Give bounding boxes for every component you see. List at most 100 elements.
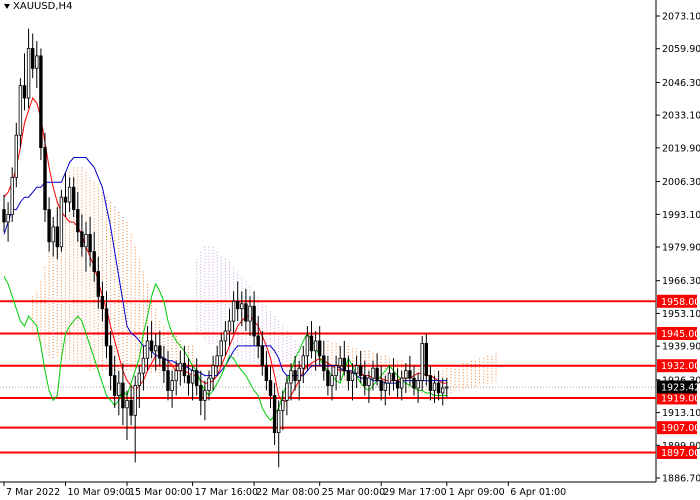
- candle-body: [334, 365, 338, 377]
- candle-body: [108, 345, 113, 377]
- level-price-label: 1919.00: [661, 393, 700, 404]
- candle-body: [424, 343, 428, 377]
- candle-body: [383, 382, 387, 391]
- candle: [39, 48, 43, 161]
- candle-body: [6, 214, 10, 223]
- candle-body: [153, 345, 158, 352]
- candle-body: [55, 226, 59, 248]
- chart-svg: 2073.10 2059.90 2046.30 2033.10 2019.90 2006.…: [0, 0, 700, 500]
- candle-body: [412, 377, 416, 389]
- candle-body: [244, 303, 248, 322]
- y-tick-label: 2006.30: [662, 177, 700, 188]
- candle-body: [436, 382, 441, 394]
- candle-body: [182, 362, 187, 377]
- y-tick-label: 1913.10: [662, 408, 700, 419]
- candle-body: [100, 295, 105, 310]
- candle-body: [420, 343, 424, 381]
- candle-body: [375, 367, 379, 381]
- x-tick-label: 7 Mar 2022: [6, 487, 60, 498]
- level-price-label: 1932.00: [661, 361, 700, 372]
- candle-body: [194, 370, 199, 386]
- candle-body: [199, 385, 203, 401]
- candle-body: [26, 48, 31, 99]
- candle-body: [305, 335, 310, 357]
- dropdown-triangle-icon: [4, 4, 10, 9]
- candle-body: [235, 300, 240, 310]
- y-tick-label: 1966.30: [662, 276, 700, 287]
- candle-body: [178, 362, 182, 372]
- y-tick-label: 2019.90: [662, 143, 700, 154]
- x-tick-label: 6 Apr 01:00: [510, 487, 566, 498]
- y-tick-label: 1979.90: [662, 243, 700, 254]
- candle-body: [76, 209, 80, 233]
- y-tick-label: 1886.70: [662, 474, 700, 485]
- candle-body: [428, 375, 433, 391]
- candle-body: [207, 377, 211, 391]
- candle-body: [113, 375, 117, 396]
- level-price-label: 1897.00: [661, 448, 700, 459]
- candle-body: [432, 382, 437, 391]
- candle-body: [186, 375, 191, 384]
- candle-body: [158, 345, 162, 359]
- candle-body: [248, 305, 252, 322]
- candle-body: [10, 176, 14, 215]
- candle-body: [121, 382, 125, 409]
- candle-body: [313, 340, 318, 352]
- candle-body: [117, 382, 121, 396]
- candle-body: [223, 330, 228, 342]
- candle-body: [30, 48, 35, 69]
- candle-body: [2, 209, 6, 223]
- candle-body: [285, 382, 289, 401]
- candle-body: [256, 335, 260, 347]
- candle-body: [39, 55, 43, 149]
- candle-body: [338, 357, 342, 367]
- candle-body: [84, 233, 88, 248]
- candle-body: [276, 409, 281, 434]
- chart: 2073.10 2059.90 2046.30 2033.10 2019.90 2006.…: [0, 0, 700, 500]
- candle-body: [67, 186, 72, 203]
- candle-body: [227, 320, 232, 332]
- candle-body: [104, 308, 109, 347]
- candle-body: [88, 233, 92, 253]
- candle-body: [272, 395, 277, 434]
- candle-body: [354, 365, 359, 374]
- candle-body: [281, 400, 285, 411]
- candle-body: [309, 335, 314, 352]
- candle-body: [297, 367, 301, 381]
- candle-body: [416, 380, 420, 389]
- candle-body: [133, 385, 137, 416]
- symbol-label[interactable]: XAUUSD,H4: [4, 1, 72, 12]
- candle-body: [145, 340, 150, 359]
- candle-body: [391, 372, 396, 381]
- candle-body: [51, 226, 55, 243]
- y-tick-label: 1953.10: [662, 309, 700, 320]
- candle-body: [190, 370, 195, 384]
- candle-body: [371, 367, 375, 379]
- candle-body: [252, 305, 256, 337]
- candle-body: [43, 147, 47, 210]
- candle-body: [80, 231, 84, 248]
- candle-body: [317, 340, 322, 357]
- candle-body: [211, 365, 215, 379]
- candle-body: [358, 365, 363, 377]
- candle-body: [268, 380, 273, 396]
- y-tick-label: 2059.90: [662, 44, 700, 55]
- candle-body: [342, 357, 346, 372]
- candle-body: [379, 380, 383, 391]
- candle-body: [162, 357, 166, 372]
- candle-body: [440, 387, 445, 394]
- candle-body: [350, 372, 355, 381]
- candle-body: [174, 370, 178, 381]
- level-price-label: 1958.00: [661, 297, 700, 308]
- candle-body: [14, 134, 18, 178]
- candle-body: [240, 303, 244, 310]
- candle-body: [18, 85, 23, 136]
- chart-title: XAUUSD,H4: [13, 1, 73, 12]
- candle-body: [395, 380, 400, 389]
- candle-body: [137, 372, 141, 386]
- candle-body: [141, 357, 146, 374]
- y-tick-label: 2046.30: [662, 78, 700, 89]
- x-tick-label: 25 Mar 00:00: [322, 487, 385, 498]
- candle-body: [289, 370, 293, 384]
- y-tick-label: 2033.10: [662, 111, 700, 122]
